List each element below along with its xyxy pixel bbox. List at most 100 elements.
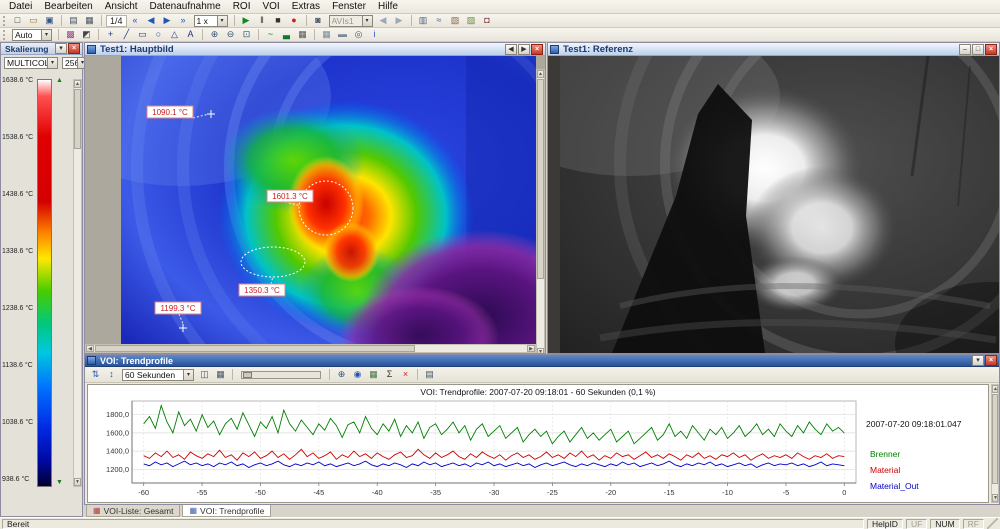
scrollbar-thumb[interactable] [992, 394, 998, 484]
grid-overlay-icon[interactable]: ▦ [319, 28, 334, 41]
scroll-down-icon[interactable]: ▼ [74, 478, 81, 486]
rect-roi-icon[interactable]: ▭ [135, 28, 150, 41]
scroll-up-icon[interactable]: ▲ [992, 385, 998, 393]
point-roi-icon[interactable]: + [103, 28, 118, 41]
copy-chart-icon[interactable]: ▦ [213, 368, 228, 381]
scrollbar-thumb[interactable] [537, 79, 544, 279]
interval-combo[interactable]: 60 Sekunden▾ [122, 369, 194, 381]
time-slider[interactable] [241, 371, 321, 379]
zoom-combo[interactable]: 1 x▾ [194, 15, 228, 27]
scroll-up-icon[interactable]: ▲ [74, 80, 81, 88]
close-icon[interactable]: × [985, 355, 997, 366]
tab-voi-trendprofile[interactable]: ▦ VOI: Trendprofile [182, 505, 271, 517]
voi-table-icon[interactable]: ▦ [295, 28, 310, 41]
restore-icon[interactable]: □ [972, 44, 984, 55]
marker-label-3[interactable]: 1350.3 °C [239, 284, 285, 296]
close-icon[interactable]: × [68, 43, 80, 54]
autoscale-icon[interactable]: ↕ [104, 368, 119, 381]
ruler-icon[interactable]: ▬ [335, 28, 350, 41]
play-icon[interactable]: ▶ [239, 14, 254, 27]
histogram-icon[interactable]: ▥ [416, 14, 431, 27]
snapshot-icon[interactable]: ◘ [480, 14, 495, 27]
info-icon[interactable]: i [367, 28, 382, 41]
camera-icon[interactable]: ◙ [311, 14, 326, 27]
show-series-icon[interactable]: ◉ [350, 368, 365, 381]
menu-datenaufnahme[interactable]: Datenaufnahme [144, 1, 227, 12]
prev-image-icon[interactable]: ◀ [505, 44, 517, 55]
marker-label-2[interactable]: 1601.3 °C [267, 190, 313, 202]
marker-label-4[interactable]: 1199.3 °C [155, 302, 201, 314]
ellipse-roi-icon[interactable]: ○ [151, 28, 166, 41]
text-roi-icon[interactable]: A [183, 28, 198, 41]
menu-roi[interactable]: ROI [227, 1, 257, 12]
close-icon[interactable]: × [531, 44, 543, 55]
scaling-panel-titlebar[interactable]: Skalierung ▾ × [1, 43, 82, 55]
chevron-down-icon[interactable]: ▾ [183, 370, 193, 380]
open-icon[interactable]: ▭ [26, 14, 41, 27]
menu-voi[interactable]: VOI [256, 1, 285, 12]
menu-hilfe[interactable]: Hilfe [372, 1, 404, 12]
legend-series-material-out[interactable]: Material_Out [870, 481, 919, 491]
stop-icon[interactable]: ■ [271, 14, 286, 27]
polygon-roi-icon[interactable]: △ [167, 28, 182, 41]
trend-panel-titlebar[interactable]: VOI: Trendprofile ▾ × [85, 355, 999, 367]
zoom-in-icon[interactable]: ⊕ [207, 28, 222, 41]
marker-label-1[interactable]: 1090.1 °C [147, 106, 193, 118]
histogram-chart-icon[interactable]: ▃ [279, 28, 294, 41]
close-icon[interactable]: × [985, 44, 997, 55]
new-icon[interactable]: □ [10, 14, 25, 27]
scroll-right-icon[interactable]: ▶ [527, 345, 535, 352]
menu-extras[interactable]: Extras [286, 1, 326, 12]
scroll-mode-icon[interactable]: ⇅ [88, 368, 103, 381]
chevron-down-icon[interactable]: ▾ [217, 16, 227, 26]
avi-combo[interactable]: AVIs1▾ [329, 15, 373, 27]
print-chart-icon[interactable]: ▤ [422, 368, 437, 381]
minimize-icon[interactable]: – [959, 44, 971, 55]
trend-chart[interactable]: VOI: Trendprofile: 2007-07-20 09:18:01 -… [87, 384, 989, 503]
zoom-chart-icon[interactable]: ⊕ [334, 368, 349, 381]
trend-chart-icon[interactable]: ~ [263, 28, 278, 41]
slider-thumb[interactable] [243, 372, 252, 378]
palette-gradient-bar[interactable] [37, 79, 52, 487]
tab-voi-liste[interactable]: ▦ VOI-Liste: Gesamt [86, 505, 180, 517]
line-roi-icon[interactable]: ╱ [119, 28, 134, 41]
reference-image[interactable] [560, 56, 999, 353]
vertical-scrollbar[interactable]: ▲ ▼ [536, 69, 545, 353]
scroll-down-icon[interactable]: ▼ [992, 494, 998, 502]
trend-scrollbar[interactable]: ▲ ▼ [991, 384, 999, 503]
toolbar-grip[interactable] [3, 30, 6, 40]
legend-series-material[interactable]: Material [870, 465, 900, 475]
menu-ansicht[interactable]: Ansicht [99, 1, 144, 12]
scale-max-arrow-icon[interactable]: ▲ [55, 77, 64, 85]
last-frame-icon[interactable]: » [176, 14, 191, 27]
palette-combo[interactable]: MULTICOLOR ▾ [4, 57, 58, 69]
scale-min-arrow-icon[interactable]: ▼ [55, 479, 64, 487]
scaling-mode-combo[interactable]: Auto▾ [12, 29, 52, 41]
profile-icon[interactable]: ≈ [432, 14, 447, 27]
scrollbar-thumb[interactable] [95, 345, 415, 352]
legend-series-brenner[interactable]: Brenner [870, 449, 900, 459]
copy-icon[interactable]: ▦ [82, 14, 97, 27]
zoom-fit-icon[interactable]: ⊡ [239, 28, 254, 41]
main-window-titlebar[interactable]: Test1: Hauptbild ◀ ▶ × [85, 43, 545, 56]
pin-icon[interactable]: ▾ [972, 355, 984, 366]
chevron-down-icon[interactable]: ▾ [47, 58, 57, 68]
statistics-icon[interactable]: Σ [382, 368, 397, 381]
pause-icon[interactable]: ‖ [255, 14, 270, 27]
scroll-left-icon[interactable]: ◀ [86, 345, 94, 352]
palette-icon[interactable]: ▩ [63, 28, 78, 41]
scroll-down-icon[interactable]: ▼ [537, 348, 544, 353]
scrollbar-thumb[interactable] [74, 89, 81, 149]
thermal-image[interactable]: 1090.1 °C 1601.3 °C 1350.3 °C 1199.3 °C [121, 56, 536, 344]
prev-frame-icon[interactable]: ◀ [144, 14, 159, 27]
chart-snapshot-icon[interactable]: ◫ [197, 368, 212, 381]
print-icon[interactable]: ▤ [66, 14, 81, 27]
zoom-out-icon[interactable]: ⊖ [223, 28, 238, 41]
scroll-up-icon[interactable]: ▲ [537, 70, 544, 78]
next-image-icon[interactable]: ▶ [518, 44, 530, 55]
pin-icon[interactable]: ▾ [55, 43, 67, 54]
menu-bearbeiten[interactable]: Bearbeiten [38, 1, 98, 12]
record-icon[interactable]: ● [287, 14, 302, 27]
delete-icon[interactable]: × [398, 368, 413, 381]
chevron-down-icon[interactable]: ▾ [41, 30, 51, 40]
